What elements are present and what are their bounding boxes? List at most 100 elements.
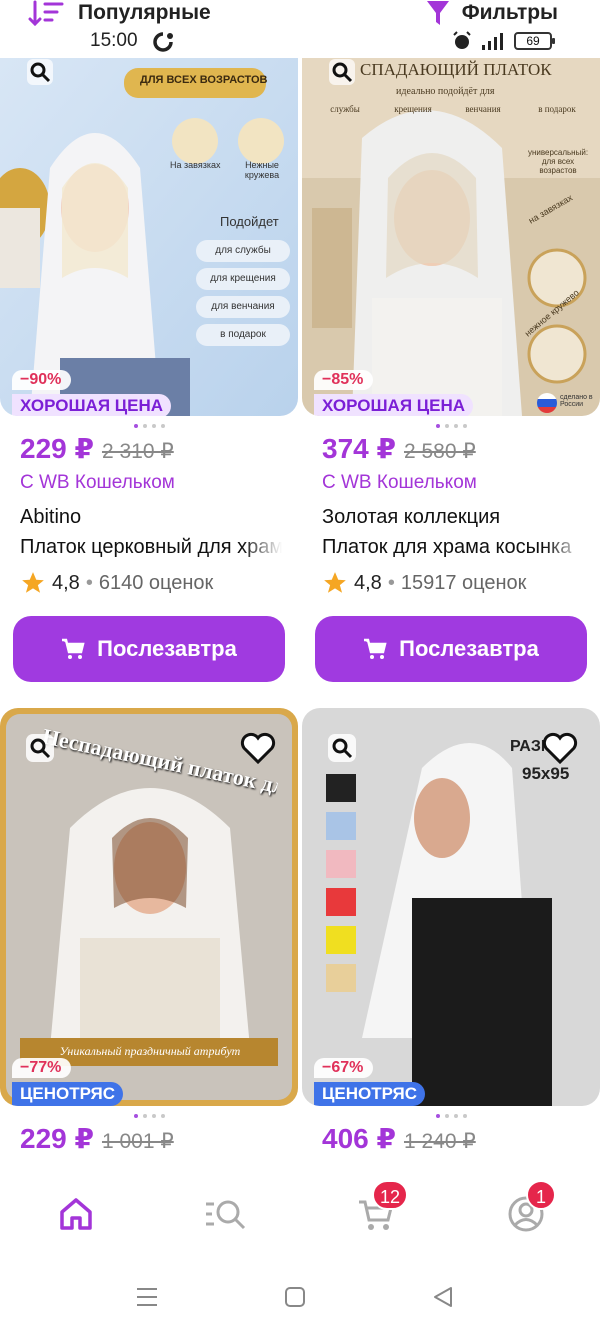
star-icon xyxy=(324,572,346,593)
status-icons: 69 xyxy=(452,31,555,51)
search-similar-icon[interactable] xyxy=(322,728,362,768)
top-bar: Популярные Фильтры 15:00 69 xyxy=(0,0,600,58)
rating: 4,8 • 15917 оценок xyxy=(322,570,526,596)
buy-button[interactable]: Послезавтра xyxy=(13,616,285,682)
cart-icon xyxy=(364,638,387,659)
menu-icon[interactable] xyxy=(135,1286,159,1308)
system-navigation xyxy=(0,1260,600,1332)
review-count: 6140 оценок xyxy=(98,571,214,594)
price-tag: ЦЕНОТРЯС xyxy=(314,1082,426,1106)
image-caption: сделано в России xyxy=(560,394,593,408)
sync-icon xyxy=(153,32,173,52)
image-caption: Уникальный праздничный атрибут xyxy=(59,1044,241,1058)
image-caption: Подойдет xyxy=(220,214,279,229)
nav-profile[interactable]: 1 xyxy=(506,1180,556,1234)
price-row: 229 ₽ 2 310 ₽ xyxy=(20,432,174,465)
search-similar-icon[interactable] xyxy=(20,52,60,92)
old-price: 1 240 ₽ xyxy=(403,1130,476,1153)
sort-button[interactable]: Популярные xyxy=(28,0,211,26)
image-caption: идеально подойдёт для xyxy=(396,86,495,97)
image-caption: для венчания xyxy=(196,296,290,318)
filter-icon xyxy=(426,1,449,25)
clock: 15:00 xyxy=(90,30,138,51)
buy-button-label: Послезавтра xyxy=(97,636,237,661)
image-caption: крещения xyxy=(394,104,432,114)
separator: • xyxy=(387,571,395,594)
filter-label: Фильтры xyxy=(461,1,558,24)
product-image[interactable]: СПАДАЮЩИЙ ПЛАТОК идеально подойдёт для с… xyxy=(302,58,600,416)
alarm-icon xyxy=(453,31,471,49)
image-caption: венчания xyxy=(465,104,501,114)
flag-icon xyxy=(537,393,557,413)
image-caption: для службы xyxy=(196,240,290,262)
image-caption: в подарок xyxy=(196,324,290,346)
old-price: 1 001 ₽ xyxy=(101,1130,174,1153)
rating-value: 4,8 xyxy=(52,571,80,594)
profile-counter-badge: 1 xyxy=(526,1180,556,1210)
cart-counter-badge: 12 xyxy=(372,1180,409,1210)
search-similar-icon[interactable] xyxy=(20,728,60,768)
sort-label: Популярные xyxy=(78,1,211,24)
rating-value: 4,8 xyxy=(354,571,382,594)
brand-name: Золотая коллекция xyxy=(322,506,501,528)
discount-badge: −85% xyxy=(314,370,374,390)
old-price: 2 580 ₽ xyxy=(403,440,476,463)
wallet-note: С WB Кошельком xyxy=(322,472,477,493)
ties-icon xyxy=(172,118,218,164)
cart-icon xyxy=(62,638,85,659)
image-caption: в подарок xyxy=(538,104,576,114)
brand-name: Abitino xyxy=(20,506,82,528)
home-square-icon[interactable] xyxy=(284,1286,306,1308)
image-pager xyxy=(302,1114,600,1118)
star-icon xyxy=(22,572,44,593)
sort-icon xyxy=(28,0,64,26)
search-similar-icon[interactable] xyxy=(322,52,362,92)
rating: 4,8 • 6140 оценок xyxy=(20,570,213,596)
discount-badge: −77% xyxy=(12,1058,72,1078)
image-caption: Нежные кружева xyxy=(244,160,280,180)
image-caption: ДЛЯ ВСЕХ ВОЗРАСТОВ xyxy=(140,74,268,86)
signal-icon xyxy=(482,33,503,50)
battery-icon: 69 xyxy=(514,32,555,50)
image-caption: На завязках xyxy=(170,160,221,170)
nav-cart[interactable]: 12 xyxy=(356,1180,409,1234)
review-count: 15917 оценок xyxy=(400,571,527,594)
price-tag: ХОРОШАЯ ЦЕНА xyxy=(314,394,474,416)
heart-icon[interactable] xyxy=(238,728,278,768)
status-bar: 15:00 69 xyxy=(0,28,600,54)
lace-icon xyxy=(238,118,284,164)
buy-button-label: Послезавтра xyxy=(399,636,539,661)
discount-badge: −67% xyxy=(314,1058,374,1078)
price-tag: ХОРОШАЯ ЦЕНА xyxy=(12,394,172,416)
home-icon xyxy=(60,1198,92,1230)
old-price: 2 310 ₽ xyxy=(101,440,174,463)
catalog-search-icon xyxy=(206,1200,246,1230)
price: 229 ₽ xyxy=(20,433,94,464)
price: 406 ₽ xyxy=(322,1123,396,1154)
back-icon[interactable] xyxy=(432,1286,454,1308)
image-caption: службы xyxy=(330,104,360,114)
image-pager xyxy=(0,1114,298,1118)
bottom-navigation: 12 1 xyxy=(0,1166,600,1258)
price: 374 ₽ xyxy=(322,433,396,464)
image-pager xyxy=(0,424,298,428)
image-pager xyxy=(302,424,600,428)
wallet-note: С WB Кошельком xyxy=(20,472,175,493)
price-row: 406 ₽ 1 240 ₽ xyxy=(322,1122,476,1155)
price-row: 374 ₽ 2 580 ₽ xyxy=(322,432,476,465)
product-image[interactable]: ДЛЯ ВСЕХ ВОЗРАСТОВ На завязках Нежные кр… xyxy=(0,58,298,416)
image-caption: СПАДАЮЩИЙ ПЛАТОК xyxy=(360,60,552,79)
nav-catalog[interactable] xyxy=(204,1194,246,1234)
price: 229 ₽ xyxy=(20,1123,94,1154)
image-caption: универсальный: для всех возрастов xyxy=(527,148,589,175)
separator: • xyxy=(85,571,93,594)
buy-button[interactable]: Послезавтра xyxy=(315,616,587,682)
heart-icon[interactable] xyxy=(540,728,580,768)
product-title: Платок для храма косынка xyxy=(322,536,572,558)
price-row: 229 ₽ 1 001 ₽ xyxy=(20,1122,174,1155)
product-title: Платок церковный для храма xyxy=(20,536,282,558)
filter-button[interactable]: Фильтры xyxy=(426,0,558,26)
discount-badge: −90% xyxy=(12,370,72,390)
nav-home[interactable] xyxy=(56,1194,96,1234)
image-caption: для крещения xyxy=(196,268,290,290)
